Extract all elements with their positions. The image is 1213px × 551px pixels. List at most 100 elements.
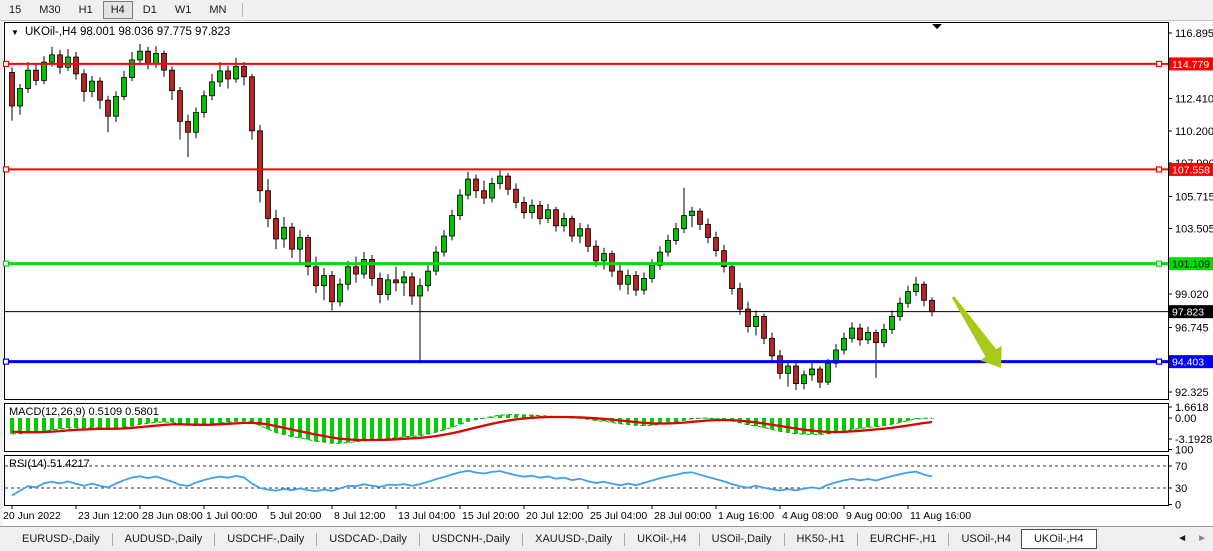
timeframe-button-15[interactable]: 15 bbox=[1, 1, 29, 19]
timeframe-button-h4[interactable]: H4 bbox=[103, 1, 133, 19]
macd-histogram-bar bbox=[82, 418, 86, 428]
macd-histogram-bar bbox=[354, 418, 358, 442]
tab-usoil-h4[interactable]: USOil-,H4 bbox=[951, 529, 1021, 549]
hline-handle[interactable] bbox=[1157, 167, 1162, 172]
macd-histogram-bar bbox=[378, 418, 382, 440]
macd-histogram-bar bbox=[906, 418, 910, 421]
hline-handle[interactable] bbox=[1157, 359, 1162, 364]
macd-histogram-bar bbox=[42, 418, 46, 431]
tab-separator bbox=[112, 533, 113, 546]
macd-histogram-bar bbox=[858, 418, 862, 429]
tab-usoil-daily[interactable]: USOil-,Daily bbox=[702, 529, 782, 549]
tab-eurchf-h1[interactable]: EURCHF-,H1 bbox=[860, 529, 947, 549]
macd-histogram-bar bbox=[58, 418, 62, 429]
chart-canvas[interactable]: 116.895112.410110.200107.990105.715103.5… bbox=[0, 0, 1213, 551]
timeframe-button-w1[interactable]: W1 bbox=[167, 1, 200, 19]
macd-histogram-bar bbox=[386, 418, 390, 439]
chart-title-group: ▼UKOil-,H4 98.001 98.036 97.775 97.823 bbox=[11, 26, 230, 38]
hline-handle[interactable] bbox=[4, 61, 9, 66]
macd-histogram-bar bbox=[314, 418, 318, 441]
tab-scroll-controls: ◄ ► bbox=[1177, 527, 1207, 551]
macd-histogram-bar bbox=[442, 418, 446, 430]
macd-histogram-bar bbox=[842, 418, 846, 431]
svg-text:96.745: 96.745 bbox=[1175, 322, 1209, 334]
tab-usdcad-daily[interactable]: USDCAD-,Daily bbox=[319, 529, 417, 549]
macd-histogram-bar bbox=[802, 418, 806, 434]
svg-text:11 Aug 16:00: 11 Aug 16:00 bbox=[910, 510, 971, 522]
tab-separator bbox=[624, 533, 625, 546]
hline-handle[interactable] bbox=[4, 359, 9, 364]
macd-histogram-bar bbox=[874, 418, 878, 427]
macd-histogram-bar bbox=[882, 418, 886, 426]
macd-histogram-bar bbox=[98, 418, 102, 428]
chart-tabs-bar: EURUSD-,DailyAUDUSD-,DailyUSDCHF-,DailyU… bbox=[0, 526, 1213, 551]
macd-histogram-bar bbox=[74, 418, 78, 428]
tab-hk50-h1[interactable]: HK50-,H1 bbox=[787, 529, 855, 549]
tab-ukoil-h4-active[interactable]: UKOil-,H4 bbox=[1021, 529, 1097, 549]
macd-histogram-bar bbox=[402, 418, 406, 437]
tab-xauusd-daily[interactable]: XAUUSD-,Daily bbox=[525, 529, 622, 549]
svg-text:110.200: 110.200 bbox=[1175, 126, 1213, 138]
macd-histogram-bar bbox=[114, 418, 118, 428]
tab-usdcnh-daily[interactable]: USDCNH-,Daily bbox=[422, 529, 520, 549]
macd-histogram-bar bbox=[210, 418, 214, 424]
macd-histogram-bar bbox=[26, 418, 30, 433]
macd-histogram-bar bbox=[890, 418, 894, 424]
macd-histogram-bar bbox=[498, 415, 502, 418]
macd-histogram-bar bbox=[162, 418, 166, 422]
hline-handle[interactable] bbox=[4, 167, 9, 172]
macd-histogram-bar bbox=[434, 418, 438, 432]
svg-text:100: 100 bbox=[1175, 445, 1193, 457]
svg-text:28 Jun 08:00: 28 Jun 08:00 bbox=[142, 510, 203, 522]
hline-handle[interactable] bbox=[4, 261, 9, 266]
macd-histogram-bar bbox=[298, 418, 302, 438]
timeframe-button-m30[interactable]: M30 bbox=[31, 1, 68, 19]
macd-histogram-bar bbox=[290, 418, 294, 437]
svg-text:101.109: 101.109 bbox=[1172, 259, 1210, 271]
hline-handle[interactable] bbox=[1157, 61, 1162, 66]
svg-text:25 Jul 04:00: 25 Jul 04:00 bbox=[590, 510, 647, 522]
tab-scroll-right-icon[interactable]: ► bbox=[1197, 534, 1207, 544]
svg-text:15 Jul 20:00: 15 Jul 20:00 bbox=[462, 510, 519, 522]
macd-histogram-bar bbox=[322, 418, 326, 442]
macd-histogram-bar bbox=[218, 418, 222, 423]
macd-histogram-bar bbox=[850, 418, 854, 430]
macd-histogram-bar bbox=[34, 418, 38, 432]
tab-audusd-daily[interactable]: AUDUSD-,Daily bbox=[115, 529, 213, 549]
macd-histogram-bar bbox=[866, 418, 870, 427]
svg-text:4 Aug 08:00: 4 Aug 08:00 bbox=[782, 510, 838, 522]
tab-separator bbox=[419, 533, 420, 546]
svg-text:8 Jul 12:00: 8 Jul 12:00 bbox=[334, 510, 386, 522]
tab-usdchf-daily[interactable]: USDCHF-,Daily bbox=[217, 529, 314, 549]
tab-separator bbox=[522, 533, 523, 546]
timeframe-button-mn[interactable]: MN bbox=[201, 1, 234, 19]
macd-histogram-bar bbox=[122, 418, 126, 427]
svg-text:20 Jun 2022: 20 Jun 2022 bbox=[3, 510, 61, 522]
svg-text:1 Aug 16:00: 1 Aug 16:00 bbox=[718, 510, 774, 522]
symbol-dropdown-icon: ▼ bbox=[11, 28, 19, 37]
macd-histogram-bar bbox=[410, 418, 414, 436]
tab-separator bbox=[784, 533, 785, 546]
tab-ukoil-h4[interactable]: UKOil-,H4 bbox=[627, 529, 697, 549]
toolbar-separator bbox=[242, 3, 243, 17]
tab-separator bbox=[857, 533, 858, 546]
macd-histogram-bar bbox=[330, 418, 334, 443]
macd-histogram-bar bbox=[66, 418, 70, 428]
timeframe-button-d1[interactable]: D1 bbox=[135, 1, 165, 19]
svg-text:70: 70 bbox=[1175, 461, 1187, 473]
macd-histogram-bar bbox=[90, 418, 94, 428]
macd-histogram-bar bbox=[306, 418, 310, 440]
timeframe-button-h1[interactable]: H1 bbox=[71, 1, 101, 19]
macd-histogram-bar bbox=[794, 418, 798, 434]
tab-eurusd-daily[interactable]: EURUSD-,Daily bbox=[12, 529, 110, 549]
macd-histogram-bar bbox=[50, 418, 54, 430]
macd-histogram-bar bbox=[394, 418, 398, 438]
svg-text:20 Jul 12:00: 20 Jul 12:00 bbox=[526, 510, 583, 522]
tab-scroll-left-icon[interactable]: ◄ bbox=[1177, 534, 1187, 544]
svg-text:97.823: 97.823 bbox=[1172, 307, 1204, 319]
svg-text:5 Jul 20:00: 5 Jul 20:00 bbox=[270, 510, 322, 522]
trading-terminal-window: 15M30H1H4D1W1MN 116.895112.410110.200107… bbox=[0, 0, 1213, 551]
svg-text:99.020: 99.020 bbox=[1175, 289, 1209, 301]
hline-handle[interactable] bbox=[1157, 261, 1162, 266]
svg-text:28 Jul 00:00: 28 Jul 00:00 bbox=[654, 510, 711, 522]
